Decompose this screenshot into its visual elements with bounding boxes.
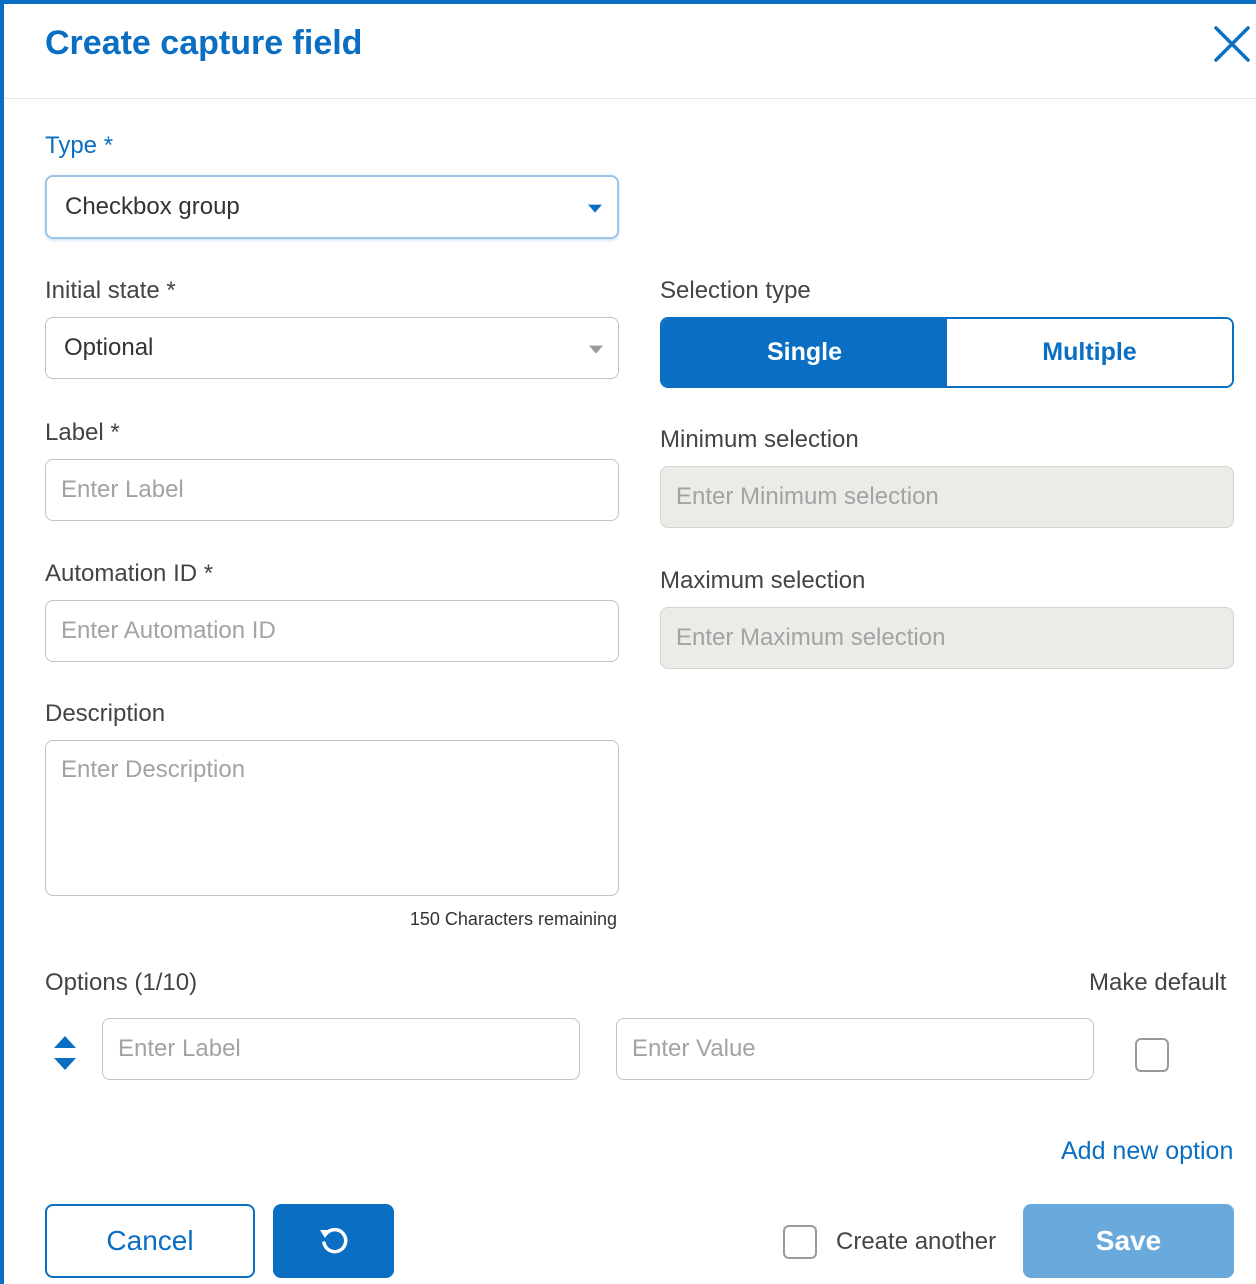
minimum-selection-label: Minimum selection [660,426,859,453]
make-default-label: Make default [1089,969,1227,996]
selection-type-toggle: Single Multiple [660,317,1234,388]
create-another-label: Create another [836,1228,997,1255]
option-value-input[interactable] [617,1019,1093,1079]
options-heading: Options (1/10) [45,969,198,996]
create-another-checkbox[interactable] [783,1225,817,1259]
save-button[interactable]: Save [1023,1204,1234,1278]
selection-multiple-button[interactable]: Multiple [947,319,1232,386]
characters-remaining: 150 Characters remaining [409,909,617,929]
option-label-field [102,1018,580,1080]
automation-id-input[interactable] [46,601,618,661]
label-input[interactable] [46,460,618,520]
initial-state-label: Initial state * [45,277,176,304]
create-capture-field-dialog: Create capture field Type * Checkbox gro… [0,0,1256,1284]
make-default-checkbox[interactable] [1135,1038,1169,1072]
maximum-selection-input [661,608,1233,668]
option-label-input[interactable] [103,1019,579,1079]
chevron-down-icon [589,345,603,354]
reset-button[interactable] [273,1204,394,1278]
selection-type-label: Selection type [660,277,811,304]
description-label: Description [45,700,166,727]
description-textarea[interactable] [46,741,618,895]
add-new-option-link[interactable]: Add new option [1061,1137,1233,1166]
automation-id-field [45,600,619,662]
minimum-selection-input [661,467,1233,527]
dialog-header: Create capture field [4,4,1256,99]
initial-state-value: Optional [64,334,154,361]
label-field-label: Label * [45,419,120,446]
option-value-field [616,1018,1094,1080]
initial-state-select[interactable]: Optional [45,317,619,379]
sort-handle-icon[interactable] [52,1034,78,1072]
description-field [45,740,619,896]
type-label: Type * [45,132,114,159]
type-select[interactable]: Checkbox group [45,175,619,239]
refresh-icon [319,1227,347,1254]
type-select-value: Checkbox group [65,193,240,220]
automation-id-label: Automation ID * [45,560,214,587]
close-icon[interactable] [1210,22,1254,66]
dialog-title: Create capture field [45,24,363,62]
cancel-button[interactable]: Cancel [45,1204,255,1278]
maximum-selection-field [660,607,1234,669]
selection-single-button[interactable]: Single [662,319,947,386]
maximum-selection-label: Maximum selection [660,567,866,594]
minimum-selection-field [660,466,1234,528]
label-field [45,459,619,521]
chevron-down-icon [588,204,602,213]
